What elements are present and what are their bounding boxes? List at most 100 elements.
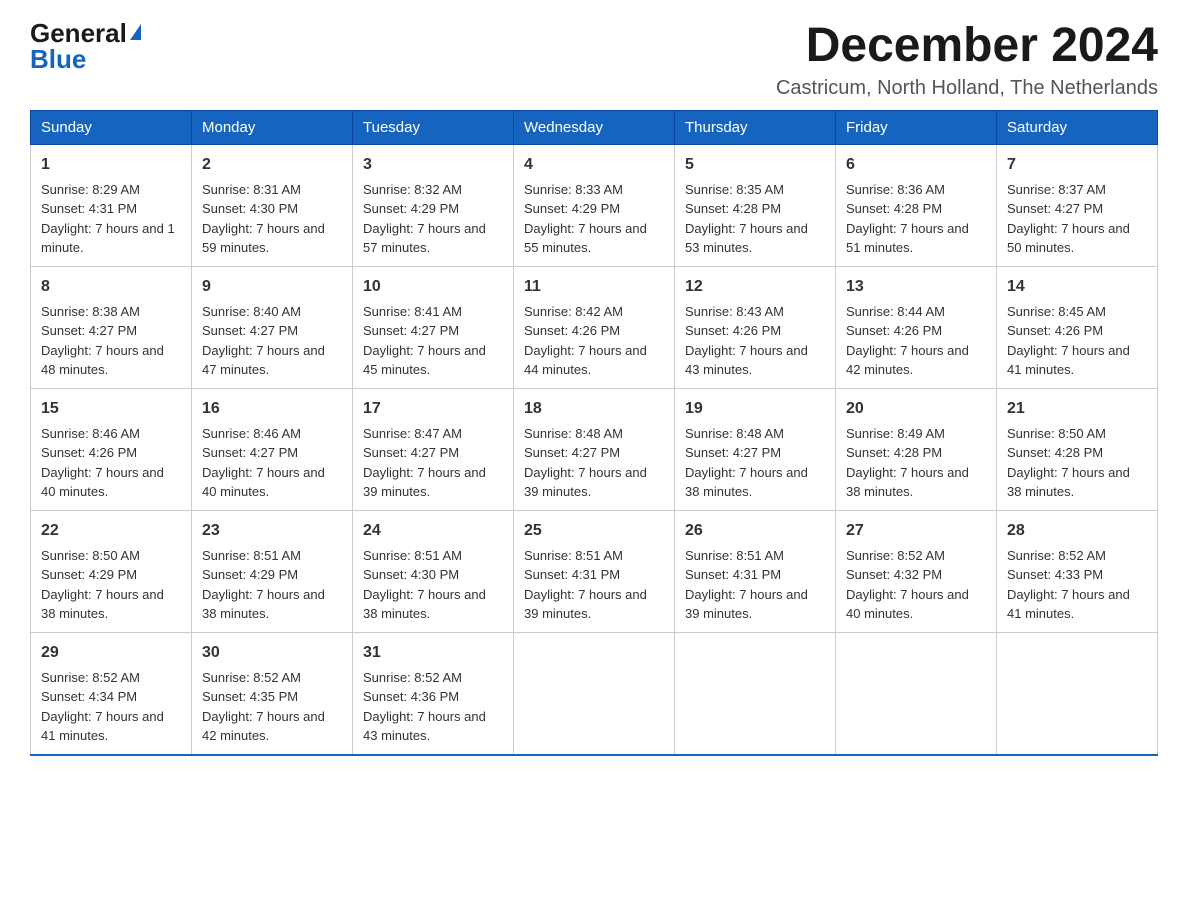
daylight-info: Daylight: 7 hours and 43 minutes.	[685, 343, 808, 378]
daylight-info: Daylight: 7 hours and 45 minutes.	[363, 343, 486, 378]
sunset-info: Sunset: 4:27 PM	[1007, 201, 1103, 216]
sunset-info: Sunset: 4:31 PM	[41, 201, 137, 216]
daylight-info: Daylight: 7 hours and 42 minutes.	[202, 709, 325, 744]
day-number: 4	[524, 153, 664, 177]
calendar-cell: 13 Sunrise: 8:44 AM Sunset: 4:26 PM Dayl…	[836, 266, 997, 388]
sunrise-info: Sunrise: 8:48 AM	[685, 426, 784, 441]
sunrise-info: Sunrise: 8:37 AM	[1007, 182, 1106, 197]
sunrise-info: Sunrise: 8:51 AM	[685, 548, 784, 563]
daylight-info: Daylight: 7 hours and 53 minutes.	[685, 221, 808, 256]
daylight-info: Daylight: 7 hours and 38 minutes.	[202, 587, 325, 622]
sunset-info: Sunset: 4:27 PM	[41, 323, 137, 338]
day-number: 30	[202, 641, 342, 665]
sunrise-info: Sunrise: 8:35 AM	[685, 182, 784, 197]
calendar-cell: 6 Sunrise: 8:36 AM Sunset: 4:28 PM Dayli…	[836, 144, 997, 266]
daylight-info: Daylight: 7 hours and 40 minutes.	[41, 465, 164, 500]
calendar-cell: 21 Sunrise: 8:50 AM Sunset: 4:28 PM Dayl…	[997, 388, 1158, 510]
sunrise-info: Sunrise: 8:51 AM	[202, 548, 301, 563]
daylight-info: Daylight: 7 hours and 39 minutes.	[363, 465, 486, 500]
sunset-info: Sunset: 4:26 PM	[524, 323, 620, 338]
calendar-cell	[836, 632, 997, 755]
sunrise-info: Sunrise: 8:38 AM	[41, 304, 140, 319]
header-row: SundayMondayTuesdayWednesdayThursdayFrid…	[31, 110, 1158, 144]
sunrise-info: Sunrise: 8:45 AM	[1007, 304, 1106, 319]
day-number: 20	[846, 397, 986, 421]
sunrise-info: Sunrise: 8:52 AM	[202, 670, 301, 685]
sunset-info: Sunset: 4:27 PM	[202, 323, 298, 338]
sunrise-info: Sunrise: 8:36 AM	[846, 182, 945, 197]
day-number: 12	[685, 275, 825, 299]
sunrise-info: Sunrise: 8:52 AM	[41, 670, 140, 685]
sunset-info: Sunset: 4:29 PM	[363, 201, 459, 216]
day-number: 9	[202, 275, 342, 299]
sunrise-info: Sunrise: 8:52 AM	[1007, 548, 1106, 563]
day-number: 15	[41, 397, 181, 421]
calendar-cell: 12 Sunrise: 8:43 AM Sunset: 4:26 PM Dayl…	[675, 266, 836, 388]
day-number: 5	[685, 153, 825, 177]
sunrise-info: Sunrise: 8:50 AM	[1007, 426, 1106, 441]
column-header-sunday: Sunday	[31, 110, 192, 144]
daylight-info: Daylight: 7 hours and 41 minutes.	[1007, 343, 1130, 378]
daylight-info: Daylight: 7 hours and 38 minutes.	[685, 465, 808, 500]
day-number: 24	[363, 519, 503, 543]
sunset-info: Sunset: 4:33 PM	[1007, 567, 1103, 582]
sunrise-info: Sunrise: 8:32 AM	[363, 182, 462, 197]
column-header-friday: Friday	[836, 110, 997, 144]
sunset-info: Sunset: 4:36 PM	[363, 689, 459, 704]
calendar-cell: 2 Sunrise: 8:31 AM Sunset: 4:30 PM Dayli…	[192, 144, 353, 266]
calendar-cell: 26 Sunrise: 8:51 AM Sunset: 4:31 PM Dayl…	[675, 510, 836, 632]
day-number: 26	[685, 519, 825, 543]
daylight-info: Daylight: 7 hours and 38 minutes.	[41, 587, 164, 622]
sunset-info: Sunset: 4:28 PM	[1007, 445, 1103, 460]
sunset-info: Sunset: 4:30 PM	[363, 567, 459, 582]
calendar-cell: 7 Sunrise: 8:37 AM Sunset: 4:27 PM Dayli…	[997, 144, 1158, 266]
sunset-info: Sunset: 4:32 PM	[846, 567, 942, 582]
day-number: 28	[1007, 519, 1147, 543]
calendar-cell: 8 Sunrise: 8:38 AM Sunset: 4:27 PM Dayli…	[31, 266, 192, 388]
calendar-cell: 10 Sunrise: 8:41 AM Sunset: 4:27 PM Dayl…	[353, 266, 514, 388]
calendar-cell: 4 Sunrise: 8:33 AM Sunset: 4:29 PM Dayli…	[514, 144, 675, 266]
sunrise-info: Sunrise: 8:46 AM	[202, 426, 301, 441]
column-header-saturday: Saturday	[997, 110, 1158, 144]
sunset-info: Sunset: 4:34 PM	[41, 689, 137, 704]
sunrise-info: Sunrise: 8:44 AM	[846, 304, 945, 319]
day-number: 1	[41, 153, 181, 177]
daylight-info: Daylight: 7 hours and 42 minutes.	[846, 343, 969, 378]
day-number: 18	[524, 397, 664, 421]
daylight-info: Daylight: 7 hours and 48 minutes.	[41, 343, 164, 378]
calendar-cell: 24 Sunrise: 8:51 AM Sunset: 4:30 PM Dayl…	[353, 510, 514, 632]
daylight-info: Daylight: 7 hours and 41 minutes.	[41, 709, 164, 744]
sunrise-info: Sunrise: 8:51 AM	[363, 548, 462, 563]
calendar-cell: 11 Sunrise: 8:42 AM Sunset: 4:26 PM Dayl…	[514, 266, 675, 388]
sunset-info: Sunset: 4:27 PM	[363, 323, 459, 338]
column-header-wednesday: Wednesday	[514, 110, 675, 144]
day-number: 27	[846, 519, 986, 543]
daylight-info: Daylight: 7 hours and 40 minutes.	[202, 465, 325, 500]
day-number: 3	[363, 153, 503, 177]
logo-blue-text: Blue	[30, 46, 86, 72]
day-number: 11	[524, 275, 664, 299]
daylight-info: Daylight: 7 hours and 44 minutes.	[524, 343, 647, 378]
calendar-table: SundayMondayTuesdayWednesdayThursdayFrid…	[30, 110, 1158, 756]
sunrise-info: Sunrise: 8:50 AM	[41, 548, 140, 563]
sunset-info: Sunset: 4:26 PM	[846, 323, 942, 338]
day-number: 29	[41, 641, 181, 665]
sunset-info: Sunset: 4:31 PM	[524, 567, 620, 582]
calendar-cell	[514, 632, 675, 755]
calendar-cell: 23 Sunrise: 8:51 AM Sunset: 4:29 PM Dayl…	[192, 510, 353, 632]
sunset-info: Sunset: 4:27 PM	[363, 445, 459, 460]
week-row-5: 29 Sunrise: 8:52 AM Sunset: 4:34 PM Dayl…	[31, 632, 1158, 755]
calendar-header: SundayMondayTuesdayWednesdayThursdayFrid…	[31, 110, 1158, 144]
day-number: 8	[41, 275, 181, 299]
day-number: 2	[202, 153, 342, 177]
calendar-cell	[675, 632, 836, 755]
daylight-info: Daylight: 7 hours and 38 minutes.	[363, 587, 486, 622]
sunset-info: Sunset: 4:28 PM	[685, 201, 781, 216]
column-header-tuesday: Tuesday	[353, 110, 514, 144]
day-number: 25	[524, 519, 664, 543]
day-number: 21	[1007, 397, 1147, 421]
day-number: 19	[685, 397, 825, 421]
calendar-cell: 30 Sunrise: 8:52 AM Sunset: 4:35 PM Dayl…	[192, 632, 353, 755]
day-number: 6	[846, 153, 986, 177]
day-number: 10	[363, 275, 503, 299]
